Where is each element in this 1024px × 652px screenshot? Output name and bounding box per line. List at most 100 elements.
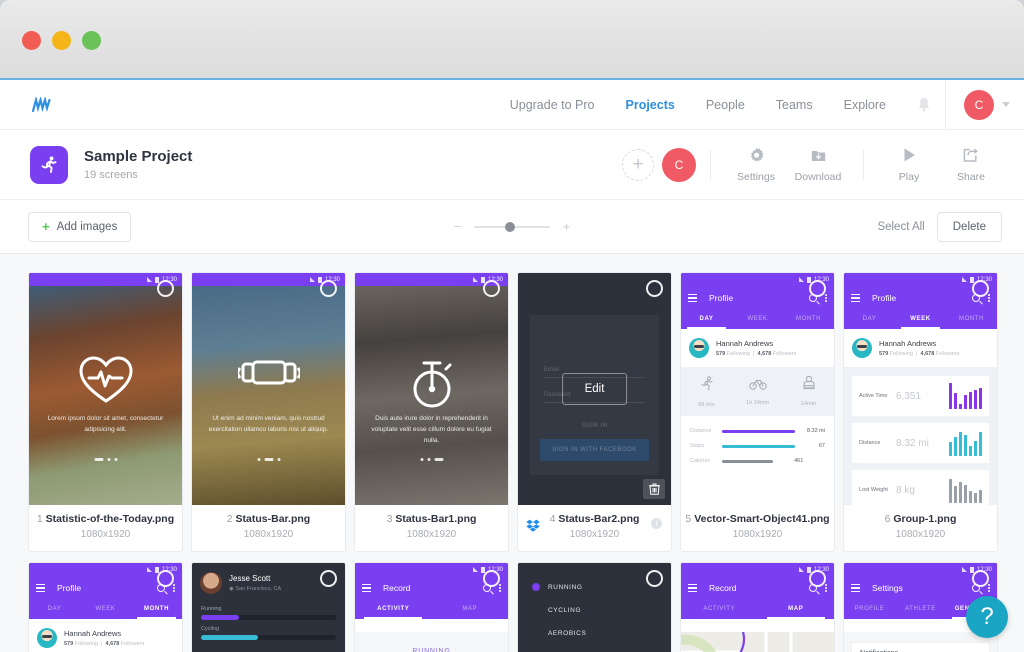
help-button[interactable]: ? [966, 596, 1008, 638]
hamburger-menu-icon[interactable] [688, 582, 697, 594]
hamburger-menu-icon[interactable] [36, 582, 45, 594]
settings-button[interactable]: Settings [725, 147, 787, 183]
tab-map[interactable]: MAP [432, 600, 509, 619]
select-screen-checkbox[interactable] [972, 570, 989, 587]
add-collaborator-button[interactable]: + [622, 148, 654, 181]
overflow-menu-icon[interactable] [825, 293, 827, 303]
settings-row-notifications[interactable]: Notifications [851, 642, 990, 652]
screen-card[interactable]: 12:30 Duis aute irure dolor in reprehend… [354, 272, 509, 552]
select-screen-checkbox[interactable] [320, 280, 337, 297]
overflow-menu-icon[interactable] [499, 583, 501, 593]
screen-thumbnail[interactable]: Jesse Scott ◉ San Francisco, CA Running … [192, 563, 345, 652]
list-item[interactable]: CYCLING [532, 599, 671, 622]
screen-card[interactable]: 12:30 Profile DAY WEEK MONTH Hannah Andr… [680, 272, 835, 552]
tab-day[interactable]: DAY [844, 310, 895, 329]
screen-card[interactable]: RUNNING CYCLING AEROBICS [517, 562, 672, 652]
screen-thumbnail[interactable]: RUNNING CYCLING AEROBICS [518, 563, 671, 652]
overflow-menu-icon[interactable] [988, 293, 990, 303]
minimize-window-button[interactable] [52, 31, 71, 50]
collaborator-avatar[interactable]: C [662, 147, 696, 182]
share-button[interactable]: Share [940, 147, 1002, 183]
tab-activity[interactable]: ACTIVITY [355, 600, 432, 619]
hamburger-menu-icon[interactable] [851, 292, 860, 304]
tab-month[interactable]: MONTH [783, 310, 834, 329]
tab-profile[interactable]: PROFILE [844, 600, 895, 619]
tab-day[interactable]: DAY [681, 310, 732, 329]
metric-value: 8.32 mi [896, 437, 929, 449]
select-screen-checkbox[interactable] [809, 570, 826, 587]
zoom-slider-thumb[interactable] [505, 221, 516, 232]
select-screen-checkbox[interactable] [809, 280, 826, 297]
overflow-menu-icon[interactable] [173, 583, 175, 593]
hamburger-menu-icon[interactable] [362, 582, 371, 594]
select-all-button[interactable]: Select All [877, 221, 924, 233]
overflow-menu-icon[interactable] [988, 583, 990, 593]
marvel-logo-icon[interactable] [30, 94, 56, 116]
close-window-button[interactable] [22, 31, 41, 50]
select-screen-checkbox[interactable] [483, 280, 500, 297]
app-bar-title: Profile [57, 583, 82, 593]
tab-map[interactable]: MAP [758, 600, 835, 619]
tab-month[interactable]: MONTH [131, 600, 182, 619]
screen-card[interactable]: 12:30 Profile DAY WEEK MONTH Hannah Andr… [28, 562, 183, 652]
select-screen-checkbox[interactable] [646, 570, 663, 587]
screen-thumbnail[interactable]: 12:30 Duis aute irure dolor in reprehend… [355, 273, 508, 505]
screen-thumbnail[interactable]: 12:30 Lorem ipsum dolor sit amet, consec… [29, 273, 182, 505]
zoom-in-button[interactable]: + [562, 219, 571, 234]
screen-card[interactable]: 12:30 Record ACTIVITY MAP [680, 562, 835, 652]
nav-teams[interactable]: Teams [776, 98, 813, 112]
select-screen-checkbox[interactable] [646, 280, 663, 297]
screen-thumbnail[interactable]: Email Password SIGN IN SIGN IN WITH FACE… [518, 273, 671, 505]
screen-card[interactable]: 12:30 Ut enim ad minim veniam, quis nost… [191, 272, 346, 552]
screen-thumbnail[interactable]: 12:30 Profile DAY WEEK MONTH Hannah Andr… [844, 273, 997, 505]
nav-people[interactable]: People [706, 98, 745, 112]
tab-day[interactable]: DAY [29, 600, 80, 619]
screen-card[interactable]: 12:30 Profile DAY WEEK MONTH Hannah Andr… [843, 272, 998, 552]
hamburger-menu-icon[interactable] [688, 292, 697, 304]
select-screen-checkbox[interactable] [157, 280, 174, 297]
notification-bell-icon[interactable] [917, 97, 931, 113]
nav-projects[interactable]: Projects [626, 98, 675, 112]
tab-activity[interactable]: ACTIVITY [681, 600, 758, 619]
select-screen-checkbox[interactable] [320, 570, 337, 587]
download-label: Download [794, 170, 842, 183]
list-item[interactable]: AEROBICS [532, 622, 671, 645]
edit-button[interactable]: Edit [561, 373, 628, 405]
profile-name: Jesse Scott [229, 574, 271, 583]
screen-card-hovered[interactable]: Email Password SIGN IN SIGN IN WITH FACE… [517, 272, 672, 552]
nav-explore[interactable]: Explore [844, 98, 886, 112]
screen-thumbnail[interactable]: 12:30 Record ACTIVITY MAP [681, 563, 834, 652]
screen-thumbnail[interactable]: 12:30 Ut enim ad minim veniam, quis nost… [192, 273, 345, 505]
screen-thumbnail[interactable]: 12:30 Record ACTIVITY MAP [355, 563, 508, 652]
swimming-icon [802, 375, 815, 390]
delete-button[interactable]: Delete [936, 211, 1002, 242]
download-button[interactable]: Download [787, 147, 849, 183]
chevron-down-icon[interactable] [1002, 102, 1010, 107]
add-images-button[interactable]: + Add images [28, 211, 132, 242]
tab-week[interactable]: WEEK [895, 310, 946, 329]
select-screen-checkbox[interactable] [972, 280, 989, 297]
select-screen-checkbox[interactable] [157, 570, 174, 587]
overflow-menu-icon[interactable] [825, 583, 827, 593]
maximize-window-button[interactable] [82, 31, 101, 50]
screen-thumbnail[interactable]: 12:30 Profile DAY WEEK MONTH Hannah Andr… [681, 273, 834, 505]
tab-athlete[interactable]: ATHLETE [895, 600, 946, 619]
screen-thumbnail[interactable]: 12:30 Profile DAY WEEK MONTH Hannah Andr… [29, 563, 182, 652]
select-screen-checkbox[interactable] [483, 570, 500, 587]
nav-upgrade-to-pro[interactable]: Upgrade to Pro [510, 98, 595, 112]
screen-card[interactable]: 12:30 Record ACTIVITY MAP [354, 562, 509, 652]
hamburger-menu-icon[interactable] [851, 582, 860, 594]
tab-month[interactable]: MONTH [946, 310, 997, 329]
tab-week[interactable]: WEEK [732, 310, 783, 329]
pagination-dots [420, 458, 443, 461]
trash-icon[interactable] [643, 479, 665, 499]
zoom-out-button[interactable]: − [453, 219, 462, 234]
info-icon[interactable]: i [651, 518, 662, 529]
screen-card[interactable]: Jesse Scott ◉ San Francisco, CA Running … [191, 562, 346, 652]
screen-card[interactable]: 12:30 Lorem ipsum dolor sit amet, consec… [28, 272, 183, 552]
map-view[interactable] [681, 632, 834, 652]
user-avatar[interactable]: C [964, 89, 994, 120]
tab-week[interactable]: WEEK [80, 600, 131, 619]
zoom-slider-track[interactable] [474, 221, 550, 232]
play-button[interactable]: Play [878, 147, 940, 183]
